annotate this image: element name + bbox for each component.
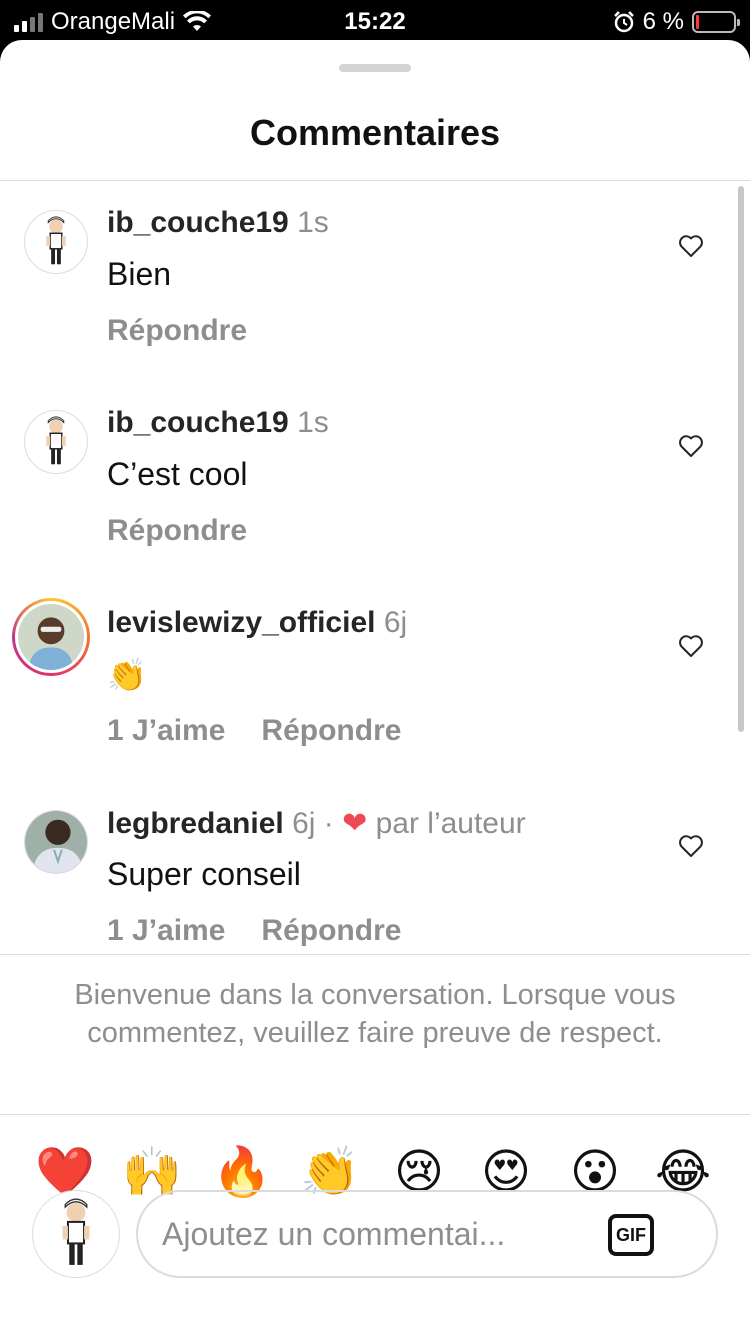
avatar[interactable]: [24, 210, 88, 274]
reply-button[interactable]: Répondre: [261, 914, 401, 948]
comment-time: 1s: [297, 206, 329, 239]
comment-item: legbredaniel 6j · ❤ par l’auteur Super c…: [0, 780, 750, 954]
comment-input[interactable]: [162, 1210, 602, 1258]
user-avatar-icon: [46, 416, 66, 465]
comment-username[interactable]: levislewizy_officiel: [107, 606, 375, 639]
liked-by-author-label: par l’auteur: [375, 807, 526, 840]
sheet-title: Commentaires: [249, 112, 501, 153]
battery-icon: [692, 11, 740, 33]
likes-count-button[interactable]: 1 J’aime: [107, 714, 225, 748]
comment-username[interactable]: ib_couche19: [107, 206, 289, 239]
alarm-icon: [613, 11, 634, 33]
welcome-message: Bienvenue dans la conversation. Lorsque …: [74, 979, 676, 1049]
reply-button[interactable]: Répondre: [107, 314, 247, 348]
comments-sheet: Commentaires ib_couche19 1s Bien Répondr…: [0, 40, 750, 1334]
current-user-avatar: [32, 1190, 120, 1278]
user-avatar-icon: [18, 604, 84, 670]
comments-divider: [0, 954, 750, 955]
comment-actions: 1 J’aime Répondre: [107, 914, 401, 948]
author-liked-heart-icon: ❤: [342, 807, 368, 840]
comment-username[interactable]: legbredaniel: [107, 807, 284, 840]
comment-composer: GIF: [136, 1190, 718, 1278]
heart-outline-icon[interactable]: [678, 234, 704, 258]
sheet-grabber[interactable]: [339, 64, 411, 72]
comment-actions: 1 J’aime Répondre: [107, 714, 401, 748]
status-bar: OrangeMali 15:22 6 %: [0, 0, 750, 40]
story-ring-avatar[interactable]: [12, 598, 90, 676]
comment-text: 👏: [107, 656, 147, 694]
comment-actions: Répondre: [107, 514, 247, 548]
user-avatar-icon: [25, 811, 87, 873]
avatar[interactable]: [24, 810, 88, 874]
comment-header: legbredaniel 6j · ❤ par l’auteur: [107, 806, 526, 841]
comment-time: 6j ·: [292, 807, 334, 840]
battery-percent: 6 %: [642, 8, 684, 35]
status-right: 6 %: [613, 8, 740, 36]
comment-item: levislewizy_officiel 6j 👏 1 J’aime Répon…: [0, 580, 750, 780]
comment-time: 1s: [297, 406, 329, 439]
likes-count-button[interactable]: 1 J’aime: [107, 914, 225, 948]
heart-outline-icon[interactable]: [678, 834, 704, 858]
gif-button[interactable]: GIF: [608, 1214, 654, 1256]
comment-text: Super conseil: [107, 856, 301, 892]
user-avatar-icon: [46, 216, 66, 265]
reply-button[interactable]: Répondre: [107, 514, 247, 548]
comment-text: Bien: [107, 256, 172, 292]
comment-username[interactable]: ib_couche19: [107, 406, 289, 439]
comment-item: ib_couche19 1s Bien Répondre: [0, 180, 750, 380]
comment-header: levislewizy_officiel 6j: [107, 606, 407, 640]
comment-time: 6j: [383, 606, 408, 639]
comment-actions: Répondre: [107, 314, 247, 348]
heart-outline-icon[interactable]: [678, 434, 704, 458]
heart-outline-icon[interactable]: [678, 634, 704, 658]
reply-button[interactable]: Répondre: [261, 714, 401, 748]
comment-text: C’est cool: [107, 456, 248, 492]
comment-header: ib_couche19 1s: [107, 406, 329, 440]
comment-item: ib_couche19 1s C’est cool Répondre: [0, 380, 750, 580]
user-avatar-icon: [62, 1198, 90, 1265]
avatar[interactable]: [24, 410, 88, 474]
comment-header: ib_couche19 1s: [107, 206, 329, 240]
reactions-divider: [0, 1114, 750, 1115]
